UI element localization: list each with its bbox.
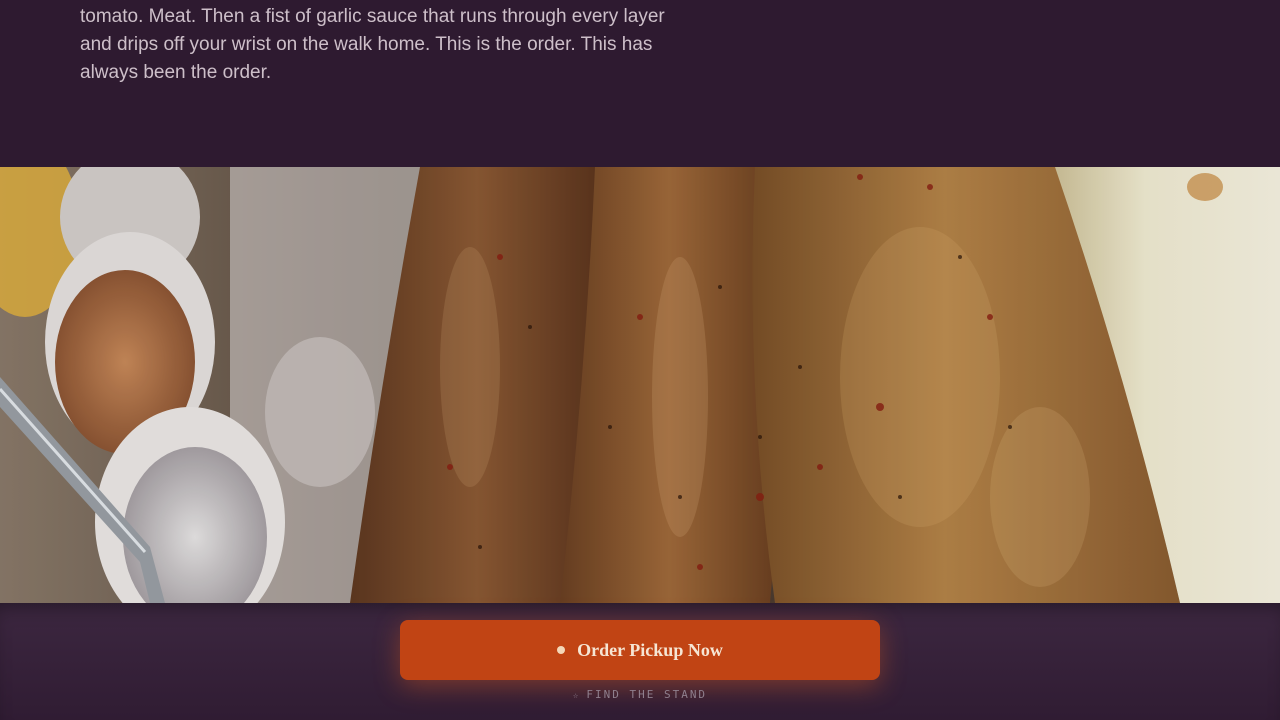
find-the-stand-link[interactable]: ☆ FIND THE STAND bbox=[0, 688, 1280, 701]
star-icon: ☆ bbox=[572, 691, 581, 701]
dot-icon bbox=[557, 646, 566, 654]
cta-bar: Order Pickup Now ☆ FIND THE STAND bbox=[0, 603, 1280, 720]
find-the-stand-label: FIND THE STAND bbox=[586, 688, 708, 701]
kebab-photo bbox=[0, 167, 1280, 603]
order-pickup-label: Order Pickup Now bbox=[577, 639, 723, 660]
intro-paragraph: tomato. Meat. Then a fist of garlic sauc… bbox=[80, 6, 665, 83]
order-pickup-button[interactable]: Order Pickup Now bbox=[400, 620, 880, 680]
hero-image bbox=[0, 167, 1280, 603]
page: tomato. Meat. Then a fist of garlic sauc… bbox=[0, 0, 1280, 720]
